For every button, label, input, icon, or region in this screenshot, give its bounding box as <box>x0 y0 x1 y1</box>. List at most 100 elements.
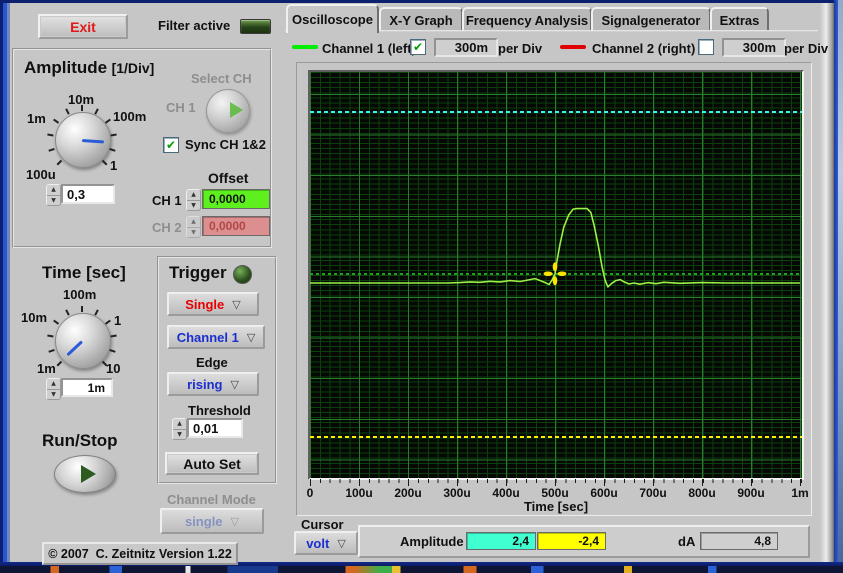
tab-xy-graph[interactable]: X-Y Graph <box>379 7 463 32</box>
channel1-trace <box>310 207 800 288</box>
dropdown-arrow-icon: ▽ <box>337 536 346 550</box>
channel2-per-div-field[interactable]: 300m <box>722 38 786 57</box>
sync-label: Sync CH 1&2 <box>185 137 266 152</box>
time-title: Time [sec] <box>42 263 126 282</box>
time-value-field[interactable]: 1m <box>61 378 113 397</box>
select-ch-knob[interactable] <box>206 89 250 133</box>
desktop-background-right <box>838 0 843 573</box>
x-tick-label: 500u <box>541 486 569 500</box>
trigger-mode-value: Single <box>185 296 225 312</box>
auto-set-button[interactable]: Auto Set <box>165 452 259 475</box>
run-icon <box>81 465 96 483</box>
sync-checkbox[interactable]: ✔ <box>163 137 179 153</box>
channel2-legend-label: Channel 2 (right) <box>592 41 696 56</box>
tab-extras[interactable]: Extras <box>710 7 769 32</box>
amplitude-title-unit: [1/Div] <box>111 60 155 76</box>
channel-mode-dropdown[interactable]: single ▽ <box>160 508 264 534</box>
offset-title: Offset <box>208 170 249 186</box>
trigger-source-dropdown[interactable]: Channel 1 ▽ <box>167 325 265 349</box>
offset-ch1-spinner[interactable]: ▲ ▼ <box>186 189 201 211</box>
channel-mode-label: Channel Mode <box>167 492 256 507</box>
select-ch-channel-label: CH 1 <box>166 100 196 115</box>
x-tick-label: 300u <box>443 486 471 500</box>
da-value-field: 4,8 <box>700 532 778 550</box>
channel1-color-swatch <box>292 45 318 49</box>
trigger-edge-value: rising <box>187 376 223 392</box>
oscilloscope-plot[interactable] <box>308 70 804 480</box>
channel1-checkbox-check: ✔ <box>412 40 424 54</box>
time-scale-1: 1 <box>114 313 122 328</box>
trigger-source-value: Channel 1 <box>176 329 239 345</box>
offset-ch2-field[interactable]: 0,0000 <box>202 216 270 236</box>
dropdown-arrow-icon: ▽ <box>246 330 256 344</box>
cursor-mode-value: volt <box>306 535 330 551</box>
x-tick-label: 100u <box>345 486 373 500</box>
cursor-title: Cursor <box>301 517 344 532</box>
x-tick-label: 200u <box>394 486 422 500</box>
x-tick-label: 0 <box>306 486 314 500</box>
window-top-border <box>0 0 843 3</box>
tab-label: Oscilloscope <box>292 12 373 27</box>
run-stop-label: Run/Stop <box>42 431 118 450</box>
offset-ch1-field[interactable]: 0,0000 <box>202 189 270 209</box>
tab-signalgenerator[interactable]: Signalgenerator <box>591 7 711 32</box>
channel2-visible-checkbox[interactable] <box>698 39 714 55</box>
time-scale-100m: 100m <box>63 287 97 302</box>
sync-checkbox-check: ✔ <box>165 138 177 152</box>
amplitude-spinner[interactable]: ▲ ▼ <box>46 184 61 206</box>
amplitude-scale-1: 1 <box>110 158 118 173</box>
trigger-led <box>233 265 252 284</box>
select-ch-label: Select CH <box>191 71 252 86</box>
copyright-label: © 2007 C. Zeitnitz Version 1.22 <box>42 542 238 565</box>
time-spinner[interactable]: ▲ ▼ <box>46 378 61 400</box>
x-tick-label: 600u <box>590 486 618 500</box>
dropdown-arrow-icon: ▽ <box>230 514 240 528</box>
channel1-legend-label: Channel 1 (left) <box>322 41 416 56</box>
da-label: dA <box>678 534 696 549</box>
time-scale-10: 10 <box>106 361 121 376</box>
tab-label: X-Y Graph <box>389 13 453 28</box>
amplitude-scale-1m: 1m <box>27 111 46 126</box>
cursor-amplitude-label: Amplitude <box>400 534 464 549</box>
channel1-per-div-field[interactable]: 300m <box>434 38 498 57</box>
time-scale-1m: 1m <box>37 361 56 376</box>
trigger-edge-dropdown[interactable]: rising ▽ <box>167 372 259 396</box>
time-scale-10m: 10m <box>21 310 48 325</box>
threshold-spinner[interactable]: ▲ ▼ <box>172 418 187 440</box>
tab-label: Frequency Analysis <box>465 13 589 28</box>
amplitude-value-field[interactable]: 0,3 <box>61 184 115 204</box>
filter-active-label: Filter active <box>158 18 231 33</box>
dropdown-arrow-icon: ▽ <box>230 377 239 391</box>
amplitude-knob[interactable] <box>47 105 117 168</box>
dropdown-arrow-icon: ▽ <box>232 297 241 311</box>
tab-oscilloscope[interactable]: Oscilloscope <box>286 4 379 33</box>
window-left-border <box>0 0 10 566</box>
channel2-per-div-label: per Div <box>784 41 829 56</box>
waveform-svg <box>310 207 800 288</box>
exit-button[interactable]: Exit <box>38 14 128 39</box>
threshold-label: Threshold <box>188 403 251 418</box>
amplitude-scale-10m: 10m <box>68 92 95 107</box>
channel-mode-value: single <box>184 513 223 529</box>
tab-label: Signalgenerator <box>601 13 701 28</box>
amplitude-title: Amplitude [1/Div] <box>24 58 154 78</box>
amplitude-scale-100m: 100m <box>113 109 147 124</box>
x-tick-label: 800u <box>688 486 716 500</box>
tab-frequency-analysis[interactable]: Frequency Analysis <box>462 7 592 32</box>
x-axis-title: Time [sec] <box>523 499 589 514</box>
amplitude-title-text: Amplitude <box>24 58 108 77</box>
threshold-field[interactable]: 0,01 <box>187 418 243 438</box>
time-knob[interactable] <box>47 306 117 369</box>
filter-active-led[interactable] <box>240 19 271 34</box>
run-stop-button[interactable] <box>54 455 116 493</box>
cursor1-value-field: 2,4 <box>466 532 536 550</box>
edge-label: Edge <box>196 355 228 370</box>
select-ch-knob-face[interactable] <box>206 89 250 133</box>
cursor-mode-dropdown[interactable]: volt ▽ <box>294 531 358 555</box>
channel1-visible-checkbox[interactable]: ✔ <box>410 39 426 55</box>
window-right-edge <box>820 3 834 562</box>
trigger-mode-dropdown[interactable]: Single ▽ <box>167 292 259 316</box>
trigger-groupbox <box>157 256 277 484</box>
offset-ch2-spinner[interactable]: ▲ ▼ <box>186 216 201 238</box>
channel2-color-swatch <box>560 45 586 49</box>
